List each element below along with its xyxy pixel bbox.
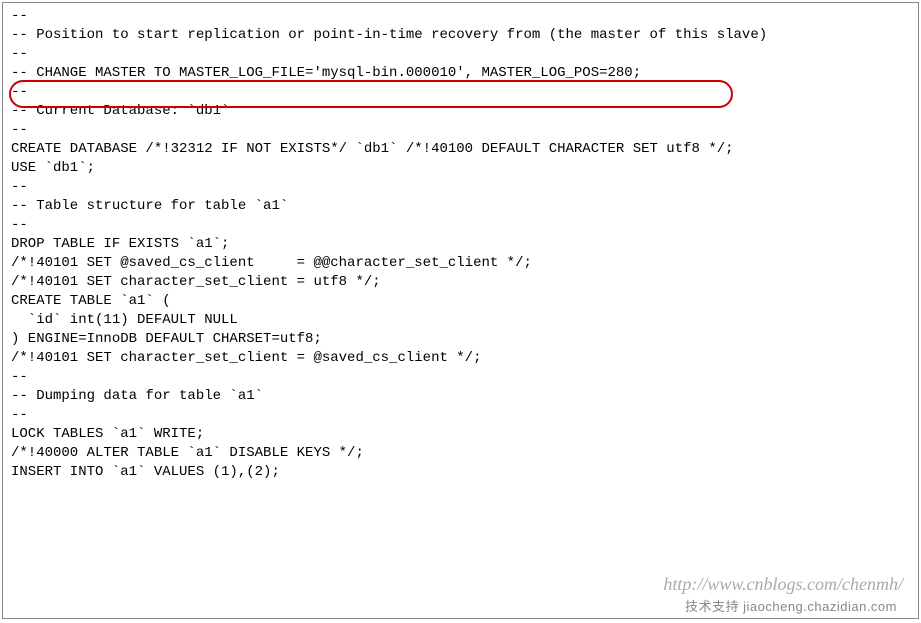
code-line: -- Dumping data for table `a1`	[11, 387, 910, 406]
code-line: USE `db1`;	[11, 159, 910, 178]
code-line: --	[11, 368, 910, 387]
code-line: LOCK TABLES `a1` WRITE;	[11, 425, 910, 444]
sql-dump-container: -- -- Position to start replication or p…	[2, 2, 919, 619]
code-line: -- Table structure for table `a1`	[11, 197, 910, 216]
code-line: CREATE TABLE `a1` (	[11, 292, 910, 311]
code-line: ) ENGINE=InnoDB DEFAULT CHARSET=utf8;	[11, 330, 910, 349]
code-line: `id` int(11) DEFAULT NULL	[11, 311, 910, 330]
code-line: /*!40101 SET @saved_cs_client = @@charac…	[11, 254, 910, 273]
code-line-highlighted: -- CHANGE MASTER TO MASTER_LOG_FILE='mys…	[11, 64, 910, 83]
code-line: INSERT INTO `a1` VALUES (1),(2);	[11, 463, 910, 482]
code-line: -- Current Database: `db1`	[11, 102, 910, 121]
code-line: --	[11, 216, 910, 235]
code-line: --	[11, 121, 910, 140]
code-line: /*!40000 ALTER TABLE `a1` DISABLE KEYS *…	[11, 444, 910, 463]
code-line: --	[11, 45, 910, 64]
code-line: /*!40101 SET character_set_client = utf8…	[11, 273, 910, 292]
code-line: DROP TABLE IF EXISTS `a1`;	[11, 235, 910, 254]
code-line: CREATE DATABASE /*!32312 IF NOT EXISTS*/…	[11, 140, 910, 159]
code-line: --	[11, 83, 910, 102]
code-line: --	[11, 7, 910, 26]
code-line: --	[11, 178, 910, 197]
code-line: /*!40101 SET character_set_client = @sav…	[11, 349, 910, 368]
code-line: -- Position to start replication or poin…	[11, 26, 910, 45]
code-line: --	[11, 406, 910, 425]
